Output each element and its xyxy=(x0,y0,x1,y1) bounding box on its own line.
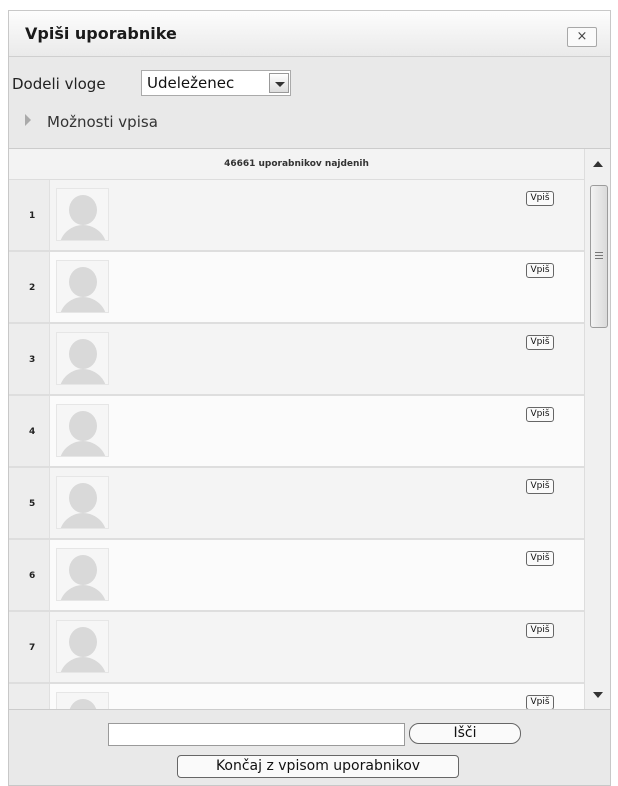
avatar-body-icon xyxy=(59,297,107,312)
avatar xyxy=(56,692,109,709)
enrol-button[interactable]: Vpiš xyxy=(526,263,554,278)
avatar-head-icon xyxy=(69,267,97,297)
dialog-header: Vpiši uporabnike × xyxy=(9,11,610,57)
enrol-button[interactable]: Vpiš xyxy=(526,551,554,566)
enrol-users-dialog: Vpiši uporabnike × Dodeli vloge Udeležen… xyxy=(8,10,611,786)
role-select[interactable]: Udeleženec xyxy=(141,70,291,96)
row-number-cell: 8 xyxy=(9,684,50,709)
role-row: Dodeli vloge Udeleženec xyxy=(9,69,610,99)
list-item: 8 Vpiš xyxy=(9,684,584,709)
list-item: 3 Vpiš xyxy=(9,324,584,396)
user-list: 46661 uporabnikov najdenih 1 Vpiš 2 Vpiš 3 Vp… xyxy=(9,148,610,710)
avatar xyxy=(56,260,109,313)
close-button[interactable]: × xyxy=(567,27,597,47)
enrol-button[interactable]: Vpiš xyxy=(526,479,554,494)
list-item: 6 Vpiš xyxy=(9,540,584,612)
user-rows: 1 Vpiš 2 Vpiš 3 Vpiš 4 Vpiš 5 Vpiš 6 Vpiš 7 Vpiš 8 Vpiš xyxy=(9,180,584,709)
enrol-button[interactable]: Vpiš xyxy=(526,335,554,350)
search-button[interactable]: Išči xyxy=(409,723,521,744)
row-number-cell: 3 xyxy=(9,324,50,394)
row-number: 4 xyxy=(29,427,36,437)
avatar xyxy=(56,404,109,457)
dialog-footer: Išči Končaj z vpisom uporabnikov xyxy=(9,710,610,786)
avatar-body-icon xyxy=(59,513,107,528)
avatar-body-icon xyxy=(59,657,107,672)
avatar-head-icon xyxy=(69,411,97,441)
search-input[interactable] xyxy=(108,723,405,746)
avatar-head-icon xyxy=(69,699,97,709)
avatar-body-icon xyxy=(59,441,107,456)
enrol-button[interactable]: Vpiš xyxy=(526,191,554,206)
chevron-down-icon[interactable] xyxy=(269,73,289,93)
row-number: 5 xyxy=(29,499,36,509)
avatar-head-icon xyxy=(69,339,97,369)
row-number: 6 xyxy=(29,571,36,581)
avatar-body-icon xyxy=(59,369,107,384)
row-number-cell: 4 xyxy=(9,396,50,466)
grip-icon xyxy=(595,252,603,253)
row-number-cell: 2 xyxy=(9,252,50,322)
expand-triangle-icon xyxy=(25,114,31,126)
avatar-body-icon xyxy=(59,225,107,240)
avatar xyxy=(56,620,109,673)
row-number: 2 xyxy=(29,283,36,293)
avatar xyxy=(56,332,109,385)
row-number: 7 xyxy=(29,643,36,653)
row-number: 1 xyxy=(29,211,36,221)
avatar-head-icon xyxy=(69,483,97,513)
enrol-button[interactable]: Vpiš xyxy=(526,695,554,709)
enrol-button[interactable]: Vpiš xyxy=(526,623,554,638)
finish-enrolling-button[interactable]: Končaj z vpisom uporabnikov xyxy=(177,755,459,778)
enrol-options-label: Možnosti vpisa xyxy=(47,113,158,131)
row-number-cell: 1 xyxy=(9,180,50,250)
scroll-down-icon[interactable] xyxy=(585,683,610,707)
avatar xyxy=(56,476,109,529)
role-select-value: Udeleženec xyxy=(147,74,235,92)
dialog-title: Vpiši uporabnike xyxy=(25,24,177,43)
avatar-body-icon xyxy=(59,585,107,600)
avatar xyxy=(56,188,109,241)
avatar-head-icon xyxy=(69,555,97,585)
avatar-head-icon xyxy=(69,195,97,225)
list-item: 1 Vpiš xyxy=(9,180,584,252)
row-number: 3 xyxy=(29,355,36,365)
list-item: 4 Vpiš xyxy=(9,396,584,468)
avatar xyxy=(56,548,109,601)
row-number-cell: 5 xyxy=(9,468,50,538)
scroll-up-icon[interactable] xyxy=(585,153,610,177)
scrollbar-thumb[interactable] xyxy=(590,185,608,328)
scrollbar[interactable] xyxy=(584,149,610,709)
list-item: 7 Vpiš xyxy=(9,612,584,684)
row-number-cell: 7 xyxy=(9,612,50,682)
enrol-button[interactable]: Vpiš xyxy=(526,407,554,422)
list-item: 5 Vpiš xyxy=(9,468,584,540)
list-item: 2 Vpiš xyxy=(9,252,584,324)
avatar-head-icon xyxy=(69,627,97,657)
users-found-count: 46661 uporabnikov najdenih xyxy=(9,149,584,180)
role-label: Dodeli vloge xyxy=(12,75,106,93)
row-number-cell: 6 xyxy=(9,540,50,610)
